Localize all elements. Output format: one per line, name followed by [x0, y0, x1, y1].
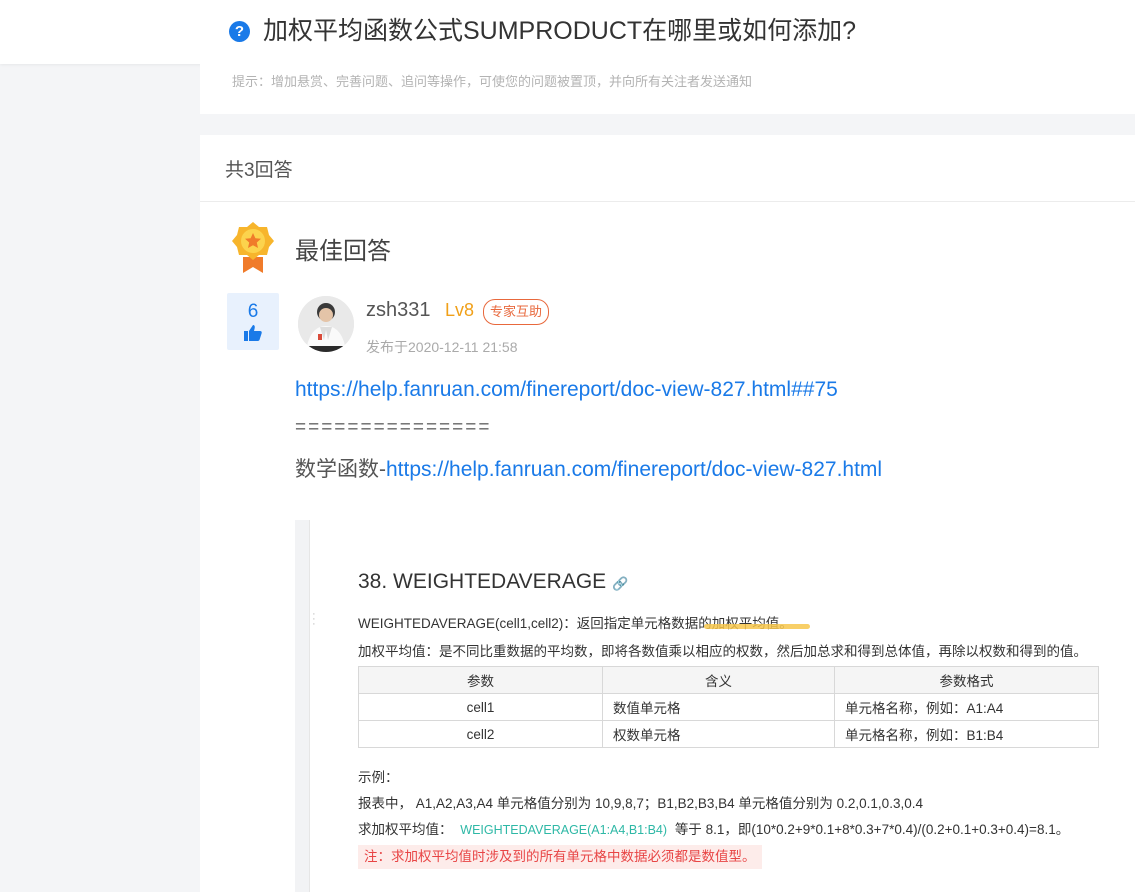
user-level: Lv8 — [445, 300, 475, 320]
table-row: cell1 数值单元格 单元格名称，例如：A1:A4 — [358, 693, 1099, 721]
example-line-2-prefix: 求加权平均值： — [358, 822, 453, 837]
doc-sidebar — [295, 520, 310, 892]
question-title: 加权平均函数公式SUMPRODUCT在哪里或如何添加? — [263, 17, 857, 45]
embedded-doc-image: ··· ▁▁▁ ▂▂▂ ▁▁ 38. WEIGHTEDAVERAGE 🔗 WEIG… — [295, 520, 1135, 892]
avatar[interactable] — [298, 296, 354, 352]
medal-icon — [232, 222, 274, 273]
example-line-2: 求加权平均值： WEIGHTEDAVERAGE(A1:A4,B1:B4) 等于 … — [358, 818, 1069, 838]
table-cell: 单元格名称，例如：A1:A4 — [834, 693, 1099, 721]
param-table: 参数 含义 参数格式 cell1 数值单元格 单元格名称，例如：A1:A4 ce… — [358, 666, 1099, 748]
expert-badge: 专家互助 — [483, 299, 550, 325]
link-icon: 🔗 — [612, 576, 629, 591]
table-cell: cell1 — [358, 693, 603, 721]
username[interactable]: zsh331 — [366, 299, 431, 322]
math-functions-line: 数学函数-https://help.fanruan.com/finereport… — [295, 453, 882, 483]
table-header: 参数格式 — [834, 666, 1099, 694]
math-functions-prefix: 数学函数- — [295, 458, 386, 481]
separator-text: =============== — [295, 417, 492, 438]
table-cell: 数值单元格 — [602, 693, 835, 721]
doc-definition: 加权平均值：是不同比重数据的平均数，即将各数值乘以相应的权数，然后加总求和得到总… — [358, 644, 1087, 659]
example-formula: WEIGHTEDAVERAGE(A1:A4,B1:B4) — [460, 823, 668, 837]
answers-card: 共3回答 最佳回答 6 zsh331 Lv8 专家互助 发布于2020-12-1… — [200, 135, 1135, 892]
table-cell: 单元格名称，例如：B1:B4 — [834, 720, 1099, 748]
doc-link[interactable]: https://help.fanruan.com/finereport/doc-… — [386, 458, 882, 481]
example-label: 示例： — [358, 770, 399, 785]
table-header: 含义 — [602, 666, 835, 694]
question-hint: 提示：增加悬赏、完善问题、追问等操作，可使您的问题被置顶，并向所有关注者发送通知 — [232, 74, 753, 89]
doc-section-title: 38. WEIGHTEDAVERAGE 🔗 — [358, 570, 628, 594]
table-header-row: 参数 含义 参数格式 — [358, 666, 1099, 694]
table-cell: cell2 — [358, 720, 603, 748]
doc-link-anchor[interactable]: https://help.fanruan.com/finereport/doc-… — [295, 378, 838, 402]
doc-syntax: WEIGHTEDAVERAGE(cell1,cell2)：返回指定单元格数据的加… — [358, 616, 793, 631]
doc-title-text: 38. WEIGHTEDAVERAGE — [358, 570, 607, 593]
example-line-2-suffix: 等于 8.1，即(10*0.2+9*0.1+8*0.3+7*0.4)/(0.2+… — [674, 822, 1070, 837]
vote-count: 6 — [247, 301, 259, 322]
warning-note: 注：求加权平均值时涉及到的所有单元格中数据必须都是数值型。 — [358, 845, 762, 869]
upvote-button[interactable]: 6 — [227, 293, 279, 350]
answer-count: 共3回答 — [225, 160, 293, 181]
post-time: 发布于2020-12-11 21:58 — [366, 339, 518, 355]
divider — [200, 201, 1135, 202]
example-line-1: 报表中， A1,A2,A3,A4 单元格值分别为 10,9,8,7；B1,B2,… — [358, 796, 923, 811]
hint-card: 提示：增加悬赏、完善问题、追问等操作，可使您的问题被置顶，并向所有关注者发送通知 — [200, 64, 1135, 114]
table-row: cell2 权数单元格 单元格名称，例如：B1:B4 — [358, 720, 1099, 748]
best-answer-title: 最佳回答 — [295, 238, 391, 265]
doc-cropped-fragment: ▁▁▁ ▂▂▂ ▁▁ — [357, 520, 477, 524]
drag-handle-icon: · · · — [312, 608, 316, 630]
table-header: 参数 — [358, 666, 603, 694]
table-cell: 权数单元格 — [602, 720, 835, 748]
question-header: ? 加权平均函数公式SUMPRODUCT在哪里或如何添加? — [0, 0, 1135, 64]
highlight-underline — [704, 624, 810, 629]
thumbs-up-icon — [244, 325, 262, 341]
question-icon: ? — [229, 21, 250, 42]
